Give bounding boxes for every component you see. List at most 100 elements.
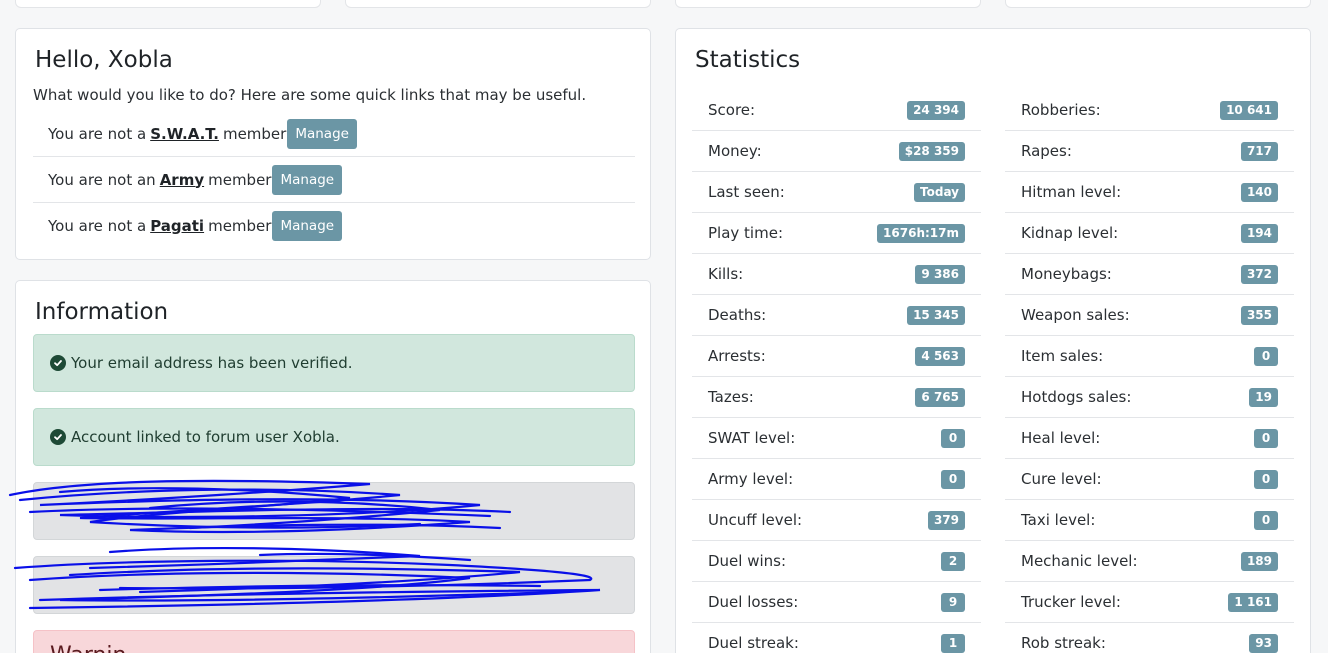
- stat-heal-level: Heal level: 0: [1005, 418, 1294, 459]
- membership-suffix: member: [208, 170, 272, 189]
- stat-label: Score:: [708, 101, 756, 119]
- membership-prefix: You are not an: [48, 170, 156, 189]
- forum-linked-text: Account linked to forum user Xobla.: [71, 428, 340, 446]
- stat-label: Rob streak:: [1021, 634, 1106, 652]
- stat-badge: 379: [927, 510, 965, 530]
- membership-item-pagati: You are not a Pagati member Manage: [33, 203, 635, 249]
- stat-label: Army level:: [708, 470, 794, 488]
- stat-label: Heal level:: [1021, 429, 1101, 447]
- stat-badge: 0: [941, 469, 965, 489]
- statistics-title: Statistics: [695, 47, 801, 73]
- stat-rob-streak: Rob streak: 93: [1005, 623, 1294, 653]
- stat-badge: 0: [1254, 510, 1278, 530]
- stat-deaths: Deaths: 15 345: [692, 295, 981, 336]
- stat-mechanic-level: Mechanic level: 189: [1005, 541, 1294, 582]
- group-link-pagati[interactable]: Pagati: [150, 217, 204, 235]
- information-title: Information: [35, 299, 169, 325]
- stat-badge: 1: [941, 633, 965, 653]
- group-link-army[interactable]: Army: [160, 171, 204, 189]
- stat-arrests: Arrests: 4 563: [692, 336, 981, 377]
- redacted-alert-2: [33, 556, 635, 614]
- membership-suffix: member: [222, 124, 287, 143]
- statistics-card: Statistics Score: 24 394 Money: $28 359 La…: [675, 28, 1311, 653]
- stat-last-seen: Last seen: Today: [692, 172, 981, 213]
- hello-card: Hello, Xobla What would you like to do? …: [15, 28, 651, 260]
- stat-label: Arrests:: [708, 347, 766, 365]
- stat-label: Kidnap level:: [1021, 224, 1119, 242]
- check-circle-icon: [50, 355, 66, 371]
- manage-swat-button[interactable]: Manage: [287, 118, 357, 149]
- stat-badge: 0: [941, 428, 965, 448]
- hello-subtitle: What would you like to do? Here are some…: [33, 86, 587, 104]
- stat-label: Mechanic level:: [1021, 552, 1138, 570]
- stat-label: Weapon sales:: [1021, 306, 1130, 324]
- stat-weapon-sales: Weapon sales: 355: [1005, 295, 1294, 336]
- stat-label: Moneybags:: [1021, 265, 1112, 283]
- membership-prefix: You are not a: [48, 217, 147, 235]
- stat-badge: 1 161: [1228, 592, 1278, 612]
- stat-trucker-level: Trucker level: 1 161: [1005, 582, 1294, 623]
- stats-left-column: Score: 24 394 Money: $28 359 Last seen: Tod…: [692, 90, 981, 653]
- stat-label: Duel losses:: [708, 593, 799, 611]
- stat-label: Taxi level:: [1021, 511, 1096, 529]
- stat-duel-wins: Duel wins: 2: [692, 541, 981, 582]
- warning-alert: Warnin: [33, 630, 635, 653]
- stat-badge: 24 394: [907, 100, 965, 120]
- stat-robberies: Robberies: 10 641: [1005, 90, 1294, 131]
- stat-badge: 0: [1254, 428, 1278, 448]
- stat-label: Hotdogs sales:: [1021, 388, 1132, 406]
- stat-badge: 93: [1249, 633, 1278, 653]
- stat-badge: 194: [1240, 223, 1278, 243]
- stat-label: Kills:: [708, 265, 744, 283]
- top-card-stub-3: [675, 0, 981, 8]
- forum-linked-alert: Account linked to forum user Xobla.: [33, 408, 635, 466]
- stat-badge: 6 765: [915, 387, 965, 407]
- stat-duel-streak: Duel streak: 1: [692, 623, 981, 653]
- stat-label: Last seen:: [708, 183, 785, 201]
- stat-moneybags: Moneybags: 372: [1005, 254, 1294, 295]
- stat-label: Cure level:: [1021, 470, 1102, 488]
- stats-right-column: Robberies: 10 641 Rapes: 717 Hitman level:…: [1005, 90, 1294, 653]
- stat-badge: 140: [1240, 182, 1278, 202]
- warning-title: Warnin: [50, 643, 126, 653]
- stat-label: Uncuff level:: [708, 511, 803, 529]
- stat-label: Hitman level:: [1021, 183, 1122, 201]
- stat-badge: 19: [1249, 387, 1278, 407]
- stat-label: Money:: [708, 142, 762, 160]
- membership-prefix: You are not a: [48, 124, 147, 143]
- email-verified-alert: Your email address has been verified.: [33, 334, 635, 392]
- stat-uncuff-level: Uncuff level: 379: [692, 500, 981, 541]
- stat-label: Trucker level:: [1021, 593, 1121, 611]
- stat-badge: 10 641: [1220, 100, 1278, 120]
- stat-swat-level: SWAT level: 0: [692, 418, 981, 459]
- stat-label: Duel streak:: [708, 634, 799, 652]
- top-card-stub-1: [15, 0, 321, 8]
- stat-kills: Kills: 9 386: [692, 254, 981, 295]
- stat-tazes: Tazes: 6 765: [692, 377, 981, 418]
- stat-badge: 9 386: [915, 264, 965, 284]
- manage-pagati-button[interactable]: Manage: [272, 211, 343, 241]
- stat-badge: 355: [1240, 305, 1278, 325]
- stat-kidnap-level: Kidnap level: 194: [1005, 213, 1294, 254]
- group-link-swat[interactable]: S.W.A.T.: [150, 125, 219, 143]
- stat-score: Score: 24 394: [692, 90, 981, 131]
- membership-suffix: member: [208, 217, 272, 235]
- stat-label: Play time:: [708, 224, 783, 242]
- stat-label: Tazes:: [708, 388, 754, 406]
- stat-play-time: Play time: 1676h:17m: [692, 213, 981, 254]
- stat-hotdogs-sales: Hotdogs sales: 19: [1005, 377, 1294, 418]
- stat-badge: 189: [1240, 551, 1278, 571]
- stat-hitman-level: Hitman level: 140: [1005, 172, 1294, 213]
- check-circle-icon: [50, 429, 66, 445]
- stat-rapes: Rapes: 717: [1005, 131, 1294, 172]
- stat-label: SWAT level:: [708, 429, 796, 447]
- stat-badge: 717: [1240, 141, 1278, 161]
- stat-cure-level: Cure level: 0: [1005, 459, 1294, 500]
- stat-duel-losses: Duel losses: 9: [692, 582, 981, 623]
- manage-army-button[interactable]: Manage: [272, 164, 343, 195]
- stat-badge: 1676h:17m: [877, 223, 965, 243]
- stat-badge: 0: [1254, 469, 1278, 489]
- stat-badge: 15 345: [907, 305, 965, 325]
- stat-badge: 4 563: [915, 346, 965, 366]
- stat-badge: 372: [1240, 264, 1278, 284]
